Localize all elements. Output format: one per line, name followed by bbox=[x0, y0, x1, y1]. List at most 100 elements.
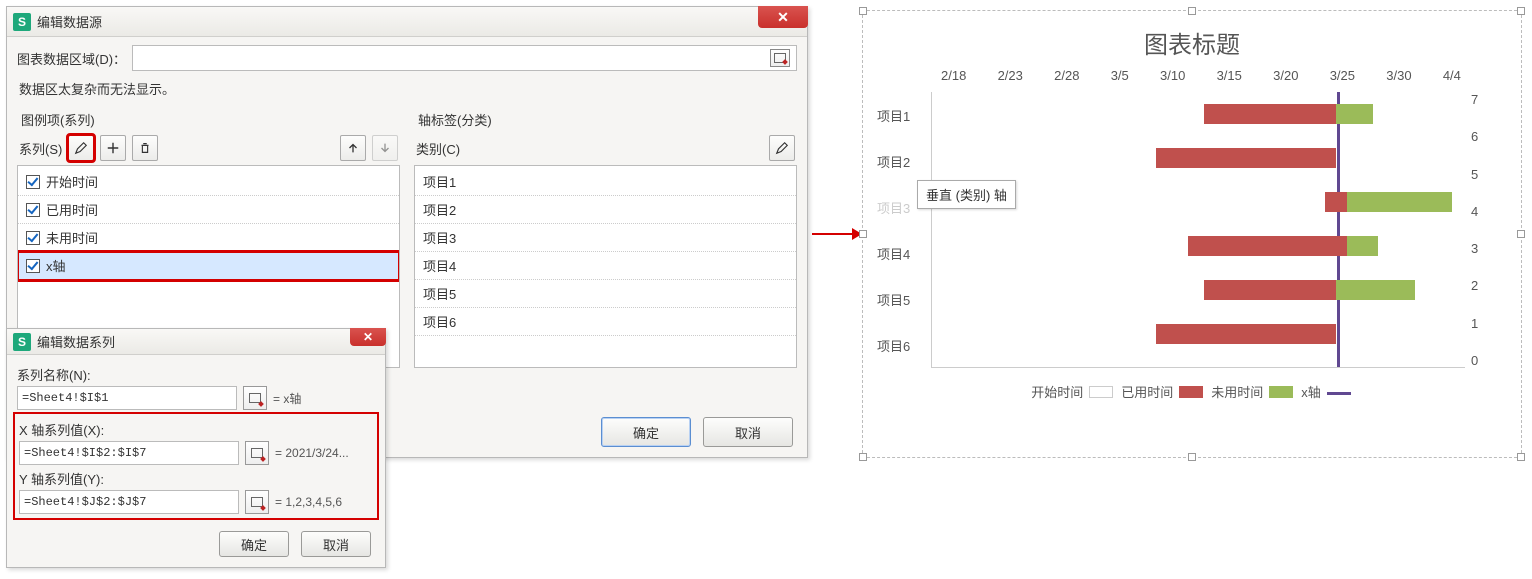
checkbox-icon[interactable] bbox=[26, 231, 40, 245]
chart-container[interactable]: 图表标题 2/18 2/23 2/28 3/5 3/10 3/15 3/20 3… bbox=[862, 10, 1522, 458]
axis-heading: 轴标签(分类) bbox=[414, 108, 797, 131]
legend-label: 已用时间 bbox=[1121, 382, 1173, 401]
bar-segment-used[interactable] bbox=[1156, 324, 1336, 344]
close-button[interactable]: ✕ bbox=[350, 328, 386, 346]
category-item[interactable]: 项目5 bbox=[415, 280, 796, 308]
ok-button[interactable]: 确定 bbox=[219, 531, 289, 557]
resize-handle[interactable] bbox=[1517, 230, 1525, 238]
resize-handle[interactable] bbox=[1517, 453, 1525, 461]
move-down-button[interactable] bbox=[372, 135, 398, 161]
x-axis-ticks: 2/18 2/23 2/28 3/5 3/10 3/15 3/20 3/25 3… bbox=[941, 68, 1461, 88]
category-item-label: 项目2 bbox=[423, 200, 456, 219]
x-values-preview: = 2021/3/24... bbox=[275, 446, 349, 460]
range-picker-icon[interactable] bbox=[245, 490, 269, 514]
x-tick-label: 2/28 bbox=[1054, 68, 1079, 88]
chart-title[interactable]: 图表标题 bbox=[863, 11, 1521, 68]
resize-handle[interactable] bbox=[1188, 453, 1196, 461]
range-picker-icon[interactable] bbox=[245, 441, 269, 465]
dialog-footer: 确定 取消 bbox=[219, 531, 371, 557]
app-icon: S bbox=[13, 13, 31, 31]
y-values-row: Y 轴系列值(Y): =Sheet4!$J$2:$J$7 = 1,2,3,4,5… bbox=[19, 469, 373, 514]
bar-row[interactable] bbox=[934, 104, 1463, 124]
bar-segment-used[interactable] bbox=[1156, 148, 1336, 168]
cat-label: 项目2 bbox=[877, 152, 931, 171]
y2-tick-label: 0 bbox=[1471, 353, 1478, 368]
series-item-selected[interactable]: x轴 bbox=[18, 252, 399, 280]
trash-icon bbox=[138, 141, 152, 155]
checkbox-icon[interactable] bbox=[26, 203, 40, 217]
bar-segment-unused[interactable] bbox=[1336, 104, 1373, 124]
bar-segment-unused[interactable] bbox=[1336, 280, 1415, 300]
series-toolbar: 系列(S) bbox=[17, 131, 400, 165]
category-item[interactable]: 项目3 bbox=[415, 224, 796, 252]
x-tick-label: 3/10 bbox=[1160, 68, 1185, 88]
cancel-button[interactable]: 取消 bbox=[703, 417, 793, 447]
category-item[interactable]: 项目6 bbox=[415, 308, 796, 336]
move-up-button[interactable] bbox=[340, 135, 366, 161]
chart-range-input[interactable] bbox=[132, 45, 797, 71]
dialog-title: 编辑数据系列 bbox=[37, 332, 381, 351]
x-tick-label: 3/30 bbox=[1386, 68, 1411, 88]
arrow-up-icon bbox=[346, 141, 360, 155]
resize-handle[interactable] bbox=[859, 453, 867, 461]
bar-segment-used[interactable] bbox=[1204, 104, 1336, 124]
ok-button[interactable]: 确定 bbox=[601, 417, 691, 447]
bar-segment-used[interactable] bbox=[1188, 236, 1347, 256]
category-item[interactable]: 项目2 bbox=[415, 196, 796, 224]
bar-segment-unused[interactable] bbox=[1347, 192, 1453, 212]
bar-row[interactable] bbox=[934, 324, 1463, 344]
bar-row[interactable] bbox=[934, 236, 1463, 256]
series-item[interactable]: 开始时间 bbox=[18, 168, 399, 196]
edit-series-button[interactable] bbox=[68, 135, 94, 161]
x-tick-label: 3/25 bbox=[1330, 68, 1355, 88]
y2-tick-label: 5 bbox=[1471, 167, 1478, 182]
range-picker-icon[interactable] bbox=[243, 386, 267, 410]
series-name-preview: = x轴 bbox=[273, 390, 301, 407]
category-item[interactable]: 项目4 bbox=[415, 252, 796, 280]
category-item-label: 项目6 bbox=[423, 312, 456, 331]
y-values-input[interactable]: =Sheet4!$J$2:$J$7 bbox=[19, 490, 239, 514]
category-label: 类别(C) bbox=[416, 139, 460, 158]
checkbox-icon[interactable] bbox=[26, 175, 40, 189]
y2-tick-label: 3 bbox=[1471, 241, 1478, 256]
legend-label: x轴 bbox=[1301, 382, 1321, 401]
bar-row[interactable] bbox=[934, 148, 1463, 168]
pencil-icon bbox=[775, 141, 789, 155]
cat-label: 项目6 bbox=[877, 336, 931, 355]
category-listbox[interactable]: 项目1 项目2 项目3 项目4 项目5 项目6 bbox=[414, 165, 797, 368]
category-item-label: 项目3 bbox=[423, 228, 456, 247]
resize-handle[interactable] bbox=[1188, 7, 1196, 15]
chart-plot-area[interactable]: 2/18 2/23 2/28 3/5 3/10 3/15 3/20 3/25 3… bbox=[877, 68, 1501, 368]
arrow-right-icon bbox=[812, 224, 862, 244]
legend-swatch-icon bbox=[1327, 392, 1351, 395]
category-item[interactable]: 项目1 bbox=[415, 168, 796, 196]
series-name-row: 系列名称(N): =Sheet4!$I$1 = x轴 bbox=[17, 365, 375, 410]
y2-tick-label: 2 bbox=[1471, 278, 1478, 293]
series-name-input[interactable]: =Sheet4!$I$1 bbox=[17, 386, 237, 410]
legend-swatch-icon bbox=[1089, 386, 1113, 398]
plot-region[interactable] bbox=[931, 92, 1465, 368]
y-values-label: Y 轴系列值(Y): bbox=[19, 469, 373, 488]
bar-segment-used[interactable] bbox=[1204, 280, 1336, 300]
resize-handle[interactable] bbox=[859, 7, 867, 15]
bar-segment-used[interactable] bbox=[1325, 192, 1346, 212]
resize-handle[interactable] bbox=[859, 230, 867, 238]
series-item[interactable]: 未用时间 bbox=[18, 224, 399, 252]
cancel-button[interactable]: 取消 bbox=[301, 531, 371, 557]
series-item[interactable]: 已用时间 bbox=[18, 196, 399, 224]
chart-legend[interactable]: 开始时间 已用时间 未用时间 x轴 bbox=[863, 368, 1521, 401]
bar-segment-unused[interactable] bbox=[1347, 236, 1379, 256]
edit-category-button[interactable] bbox=[769, 135, 795, 161]
series-label: 系列(S) bbox=[19, 139, 62, 158]
checkbox-icon[interactable] bbox=[26, 259, 40, 273]
legend-heading: 图例项(系列) bbox=[17, 108, 400, 131]
add-series-button[interactable] bbox=[100, 135, 126, 161]
resize-handle[interactable] bbox=[1517, 7, 1525, 15]
bar-row[interactable] bbox=[934, 280, 1463, 300]
range-picker-icon[interactable] bbox=[770, 49, 790, 67]
close-button[interactable]: ✕ bbox=[758, 6, 808, 28]
x-values-input[interactable]: =Sheet4!$I$2:$I$7 bbox=[19, 441, 239, 465]
delete-series-button[interactable] bbox=[132, 135, 158, 161]
highlight-box: X 轴系列值(X): =Sheet4!$I$2:$I$7 = 2021/3/24… bbox=[13, 412, 379, 520]
x-values-row: X 轴系列值(X): =Sheet4!$I$2:$I$7 = 2021/3/24… bbox=[19, 420, 373, 465]
